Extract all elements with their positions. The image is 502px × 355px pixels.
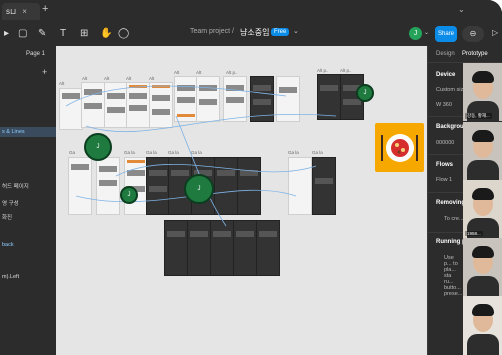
layer-item[interactable]: s & Lines (2, 129, 25, 135)
layer-item[interactable]: 화진 (2, 213, 12, 221)
text-tool-icon[interactable]: T (60, 27, 66, 41)
video-participant[interactable] (463, 238, 502, 296)
flow-item[interactable]: Flow 1 (436, 177, 452, 183)
file-name[interactable]: 냠소중임 (240, 27, 269, 38)
device-select[interactable]: Custom size (436, 87, 466, 93)
frame-tool-icon[interactable]: ▢ (18, 27, 27, 41)
present-toggle[interactable]: ⊖ (462, 26, 484, 42)
video-participant[interactable] (463, 296, 502, 355)
layer-item[interactable]: back (2, 242, 14, 248)
participant-name: 강동, 황재... (465, 113, 492, 119)
file-tab[interactable]: s⊔ × (2, 3, 40, 20)
layer-item[interactable]: 허드 페이지 (2, 182, 29, 190)
page-selector[interactable]: Page 1 (26, 51, 45, 57)
tab-design[interactable]: Design (436, 51, 455, 57)
video-participant[interactable]: 1958... (463, 180, 502, 238)
play-icon[interactable]: ▷ (492, 28, 498, 37)
participant-name: 1958... (465, 231, 483, 236)
pen-tool-icon[interactable]: ✎ (38, 27, 46, 41)
chevron-down-icon[interactable]: ⌄ (458, 5, 465, 14)
avatar[interactable]: J (409, 27, 422, 40)
tab-bar: s⊔ × + ⌄ (0, 0, 502, 22)
collaborator-cursor: J (184, 174, 214, 204)
new-tab-icon[interactable]: + (42, 3, 48, 15)
layers-panel: Page 1 + s & Lines 허드 페이지 영 구성 화진 back m… (0, 46, 57, 355)
flows-heading: Flows (436, 162, 454, 168)
move-tool-icon[interactable]: ▸ (4, 27, 9, 41)
plan-badge: Free (271, 28, 290, 36)
design-canvas[interactable]: Alt Alt Alt Alt Alt Alt Alt Alt p.. Alt … (56, 46, 427, 355)
collaborator-cursor: J (84, 133, 112, 161)
restaurant-plate-icon (375, 123, 424, 172)
hand-tool-icon[interactable]: ✋ (100, 27, 112, 41)
project-breadcrumb[interactable]: Team project / (190, 28, 234, 35)
chevron-down-icon[interactable]: ⌄ (293, 27, 299, 35)
running-text: Use p... to pla... sta ru... butto... pr… (444, 255, 463, 297)
layer-item[interactable]: m).Left (2, 274, 19, 280)
resources-icon[interactable]: ⊞ (80, 27, 88, 41)
layer-item[interactable]: 영 구성 (2, 199, 19, 207)
comment-tool-icon[interactable]: ◯ (118, 27, 129, 41)
add-page-icon[interactable]: + (42, 67, 47, 77)
chevron-down-icon[interactable]: ⌄ (424, 29, 429, 36)
file-tab-label: s⊔ (6, 7, 17, 16)
video-participant[interactable] (463, 122, 502, 180)
removing-text: To cre... (444, 216, 464, 222)
share-button[interactable]: Share (435, 26, 457, 42)
width-field[interactable]: W 360 (436, 102, 452, 108)
background-color-field[interactable]: 000000 (436, 140, 454, 146)
figma-window: s⊔ × + ⌄ ▸ ▢ ✎ T ⊞ ✋ ◯ Team project / 냠소중… (0, 0, 502, 355)
collaborator-cursor: J (356, 84, 374, 102)
tab-prototype[interactable]: Prototype (462, 51, 488, 57)
collaborator-cursor: J (120, 186, 138, 204)
device-heading: Device (436, 72, 456, 78)
video-participant[interactable]: 강동, 황재... (463, 63, 502, 121)
close-icon[interactable]: × (22, 7, 27, 16)
toolbar: ▸ ▢ ✎ T ⊞ ✋ ◯ Team project / 냠소중임 Free ⌄… (0, 22, 502, 47)
